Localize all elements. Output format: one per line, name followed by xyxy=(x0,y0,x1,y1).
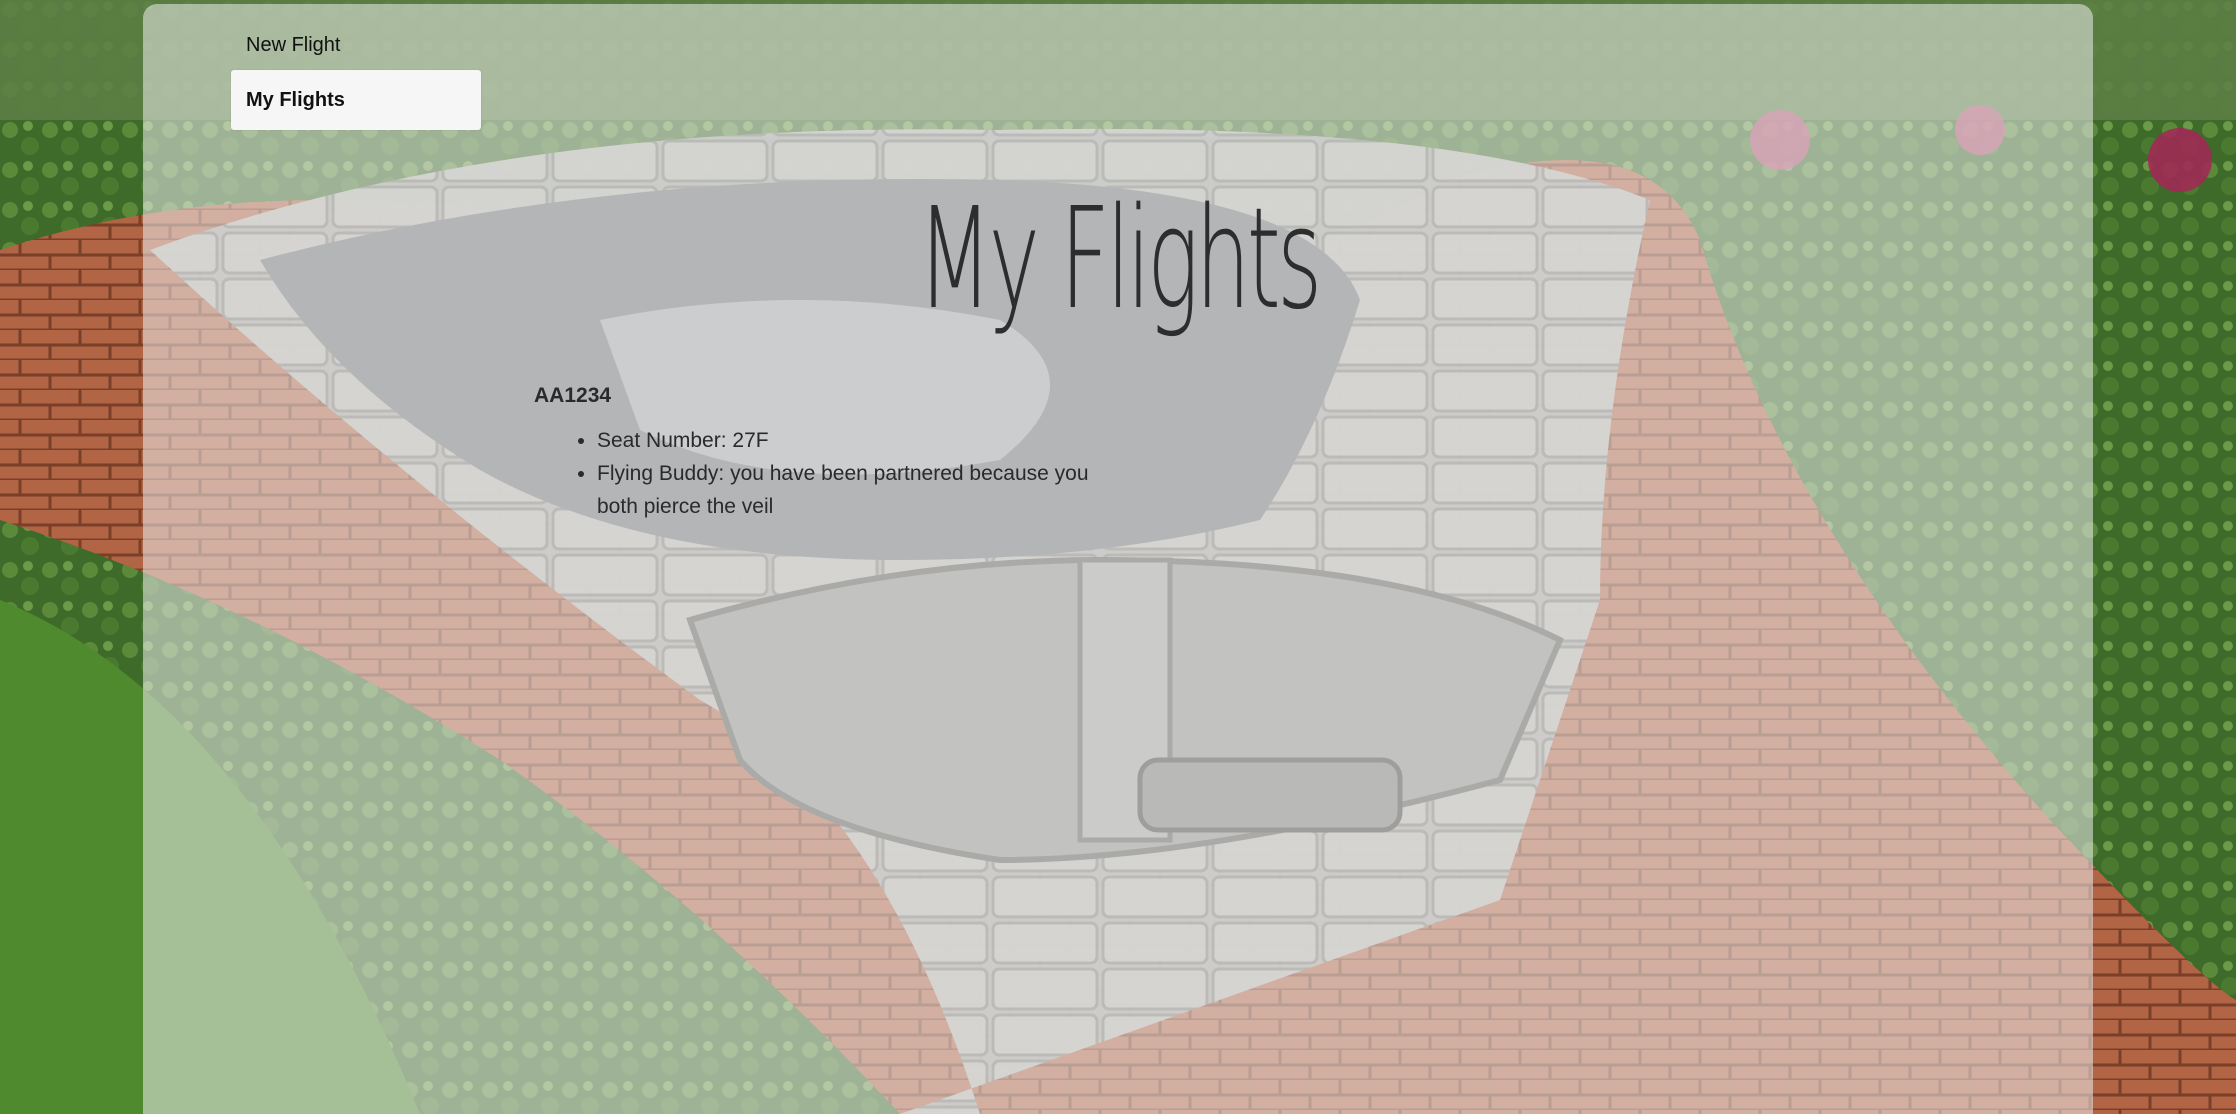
seat-number: Seat Number: 27F xyxy=(597,424,1094,457)
nav-new-flight[interactable]: New Flight xyxy=(231,30,481,60)
flight-entry: AA1234 Seat Number: 27F Flying Buddy: yo… xyxy=(534,382,1094,523)
content-panel: New Flight My Flights My Flights AA1234 … xyxy=(143,4,2093,1114)
flight-details-list: Seat Number: 27F Flying Buddy: you have … xyxy=(534,424,1094,523)
nav-my-flights[interactable]: My Flights xyxy=(231,70,481,130)
nav-pills: New Flight My Flights xyxy=(231,30,481,130)
flight-code: AA1234 xyxy=(534,384,612,407)
flying-buddy: Flying Buddy: you have been partnered be… xyxy=(597,457,1094,523)
page-title: My Flights xyxy=(917,178,1322,341)
